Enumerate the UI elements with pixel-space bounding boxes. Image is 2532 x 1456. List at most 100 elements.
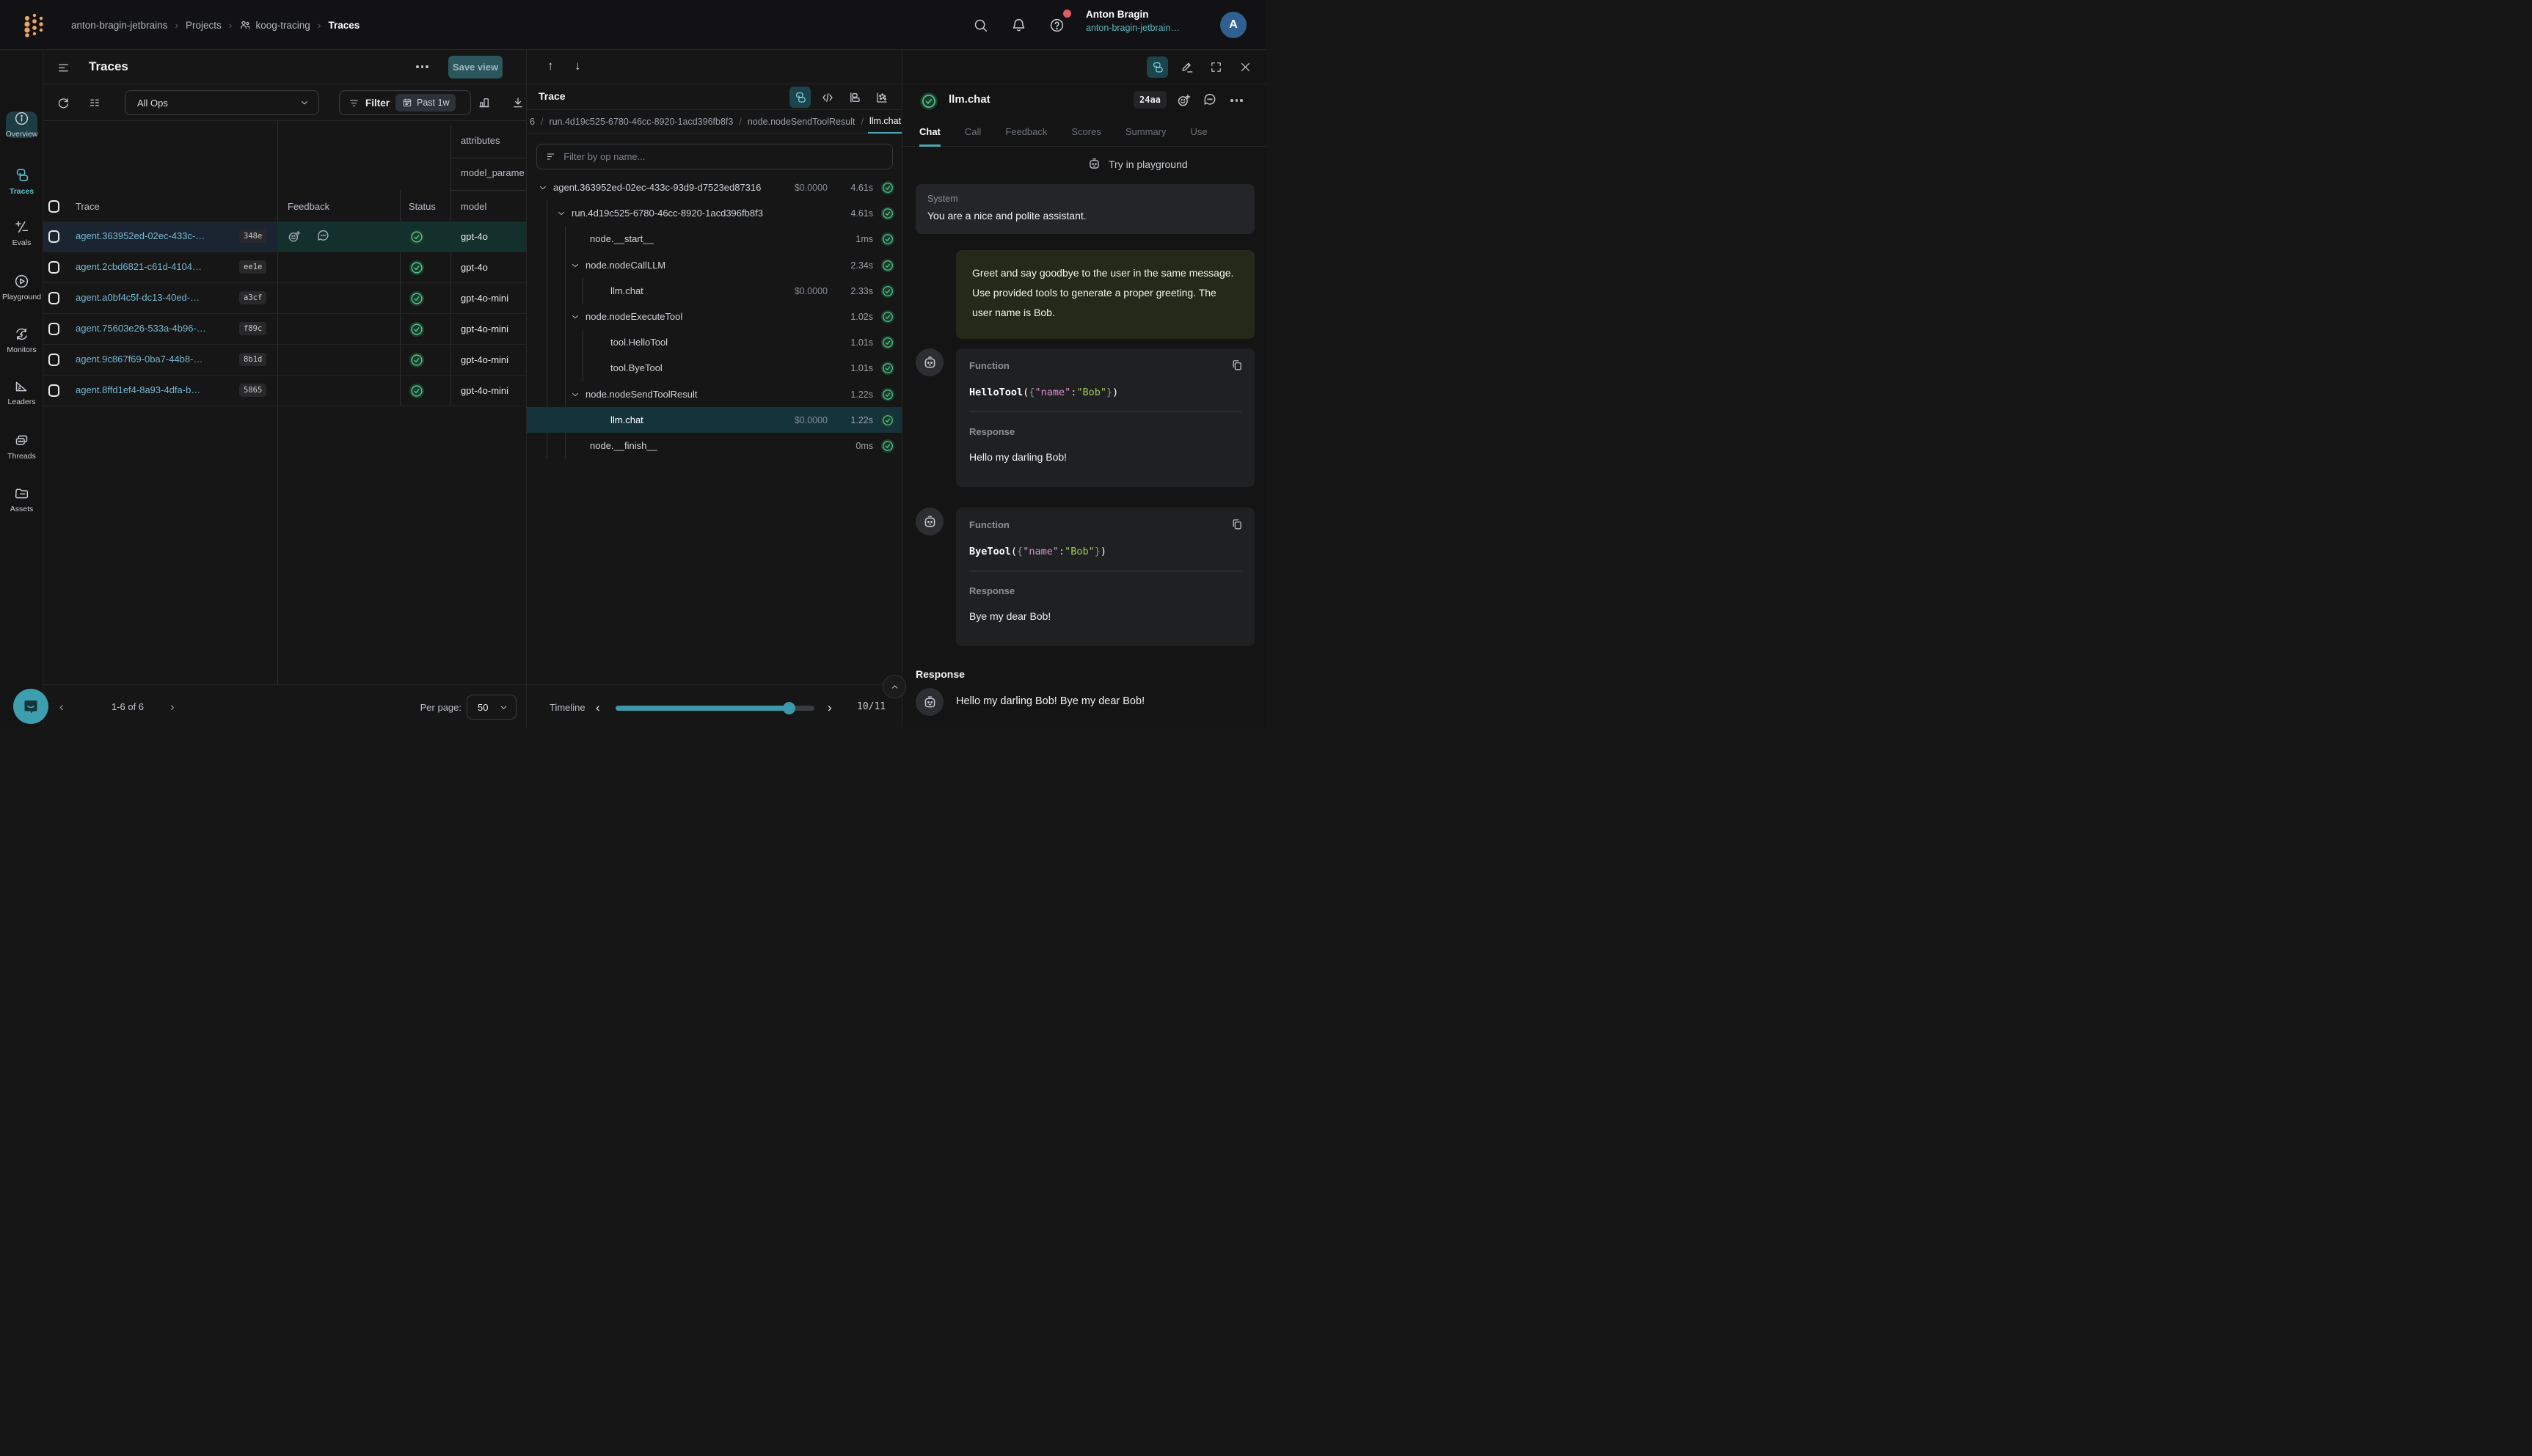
chevron-down-icon[interactable]	[571, 390, 580, 399]
save-view-button[interactable]: Save view	[448, 56, 503, 78]
user-menu[interactable]: Anton Bragin anton-bragin-jetbrain…	[1086, 9, 1211, 33]
span-breadcrumb-item[interactable]: node.nodeSendToolResult	[748, 117, 855, 127]
column-group-model-parameters[interactable]: model_parameters	[461, 167, 524, 178]
fullscreen-button[interactable]	[1205, 56, 1227, 78]
sidebar-item-leaders[interactable]: Leaders	[0, 378, 43, 406]
sidebar-item-evals[interactable]: Evals	[0, 219, 43, 247]
sidebar-item-monitors[interactable]: Monitors	[0, 326, 43, 354]
timeline-next-icon[interactable]: ›	[828, 700, 832, 715]
column-header-model[interactable]: model	[461, 201, 486, 212]
tree-view-toggle[interactable]	[789, 87, 811, 108]
tab-summary[interactable]: Summary	[1125, 117, 1167, 147]
span-breadcrumb-item[interactable]: 6	[530, 117, 535, 127]
next-trace-icon[interactable]: ↓	[574, 59, 581, 73]
breadcrumb-projects[interactable]: Projects	[186, 20, 222, 31]
columns-icon[interactable]	[88, 96, 101, 109]
avatar[interactable]: A	[1220, 12, 1247, 38]
span-row-start[interactable]: node.__start__ 1ms	[527, 226, 902, 252]
time-range-button[interactable]: Past 1w	[395, 94, 456, 111]
chevron-down-icon[interactable]	[539, 183, 547, 192]
timeline-slider[interactable]	[616, 706, 814, 711]
trace-link[interactable]: agent.9c867f69-0ba7-44b8-…	[76, 354, 203, 365]
sidebar-item-playground[interactable]: Playground	[0, 274, 43, 301]
try-in-playground-button[interactable]: Try in playground	[1087, 157, 1188, 171]
download-icon[interactable]	[511, 96, 525, 109]
row-checkbox[interactable]	[48, 354, 59, 366]
span-row-finish[interactable]: node.__finish__ 0ms	[527, 433, 902, 458]
span-row-llmchat-selected[interactable]: llm.chat $0.0000 1.22s	[527, 407, 902, 433]
trace-link[interactable]: agent.a0bf4c5f-dc13-40ed-…	[76, 292, 200, 303]
trace-link[interactable]: agent.2cbd6821-c61d-4104…	[76, 261, 202, 272]
tab-call[interactable]: Call	[965, 117, 981, 147]
chevron-down-icon[interactable]	[571, 312, 580, 321]
column-header-feedback[interactable]: Feedback	[288, 201, 329, 212]
refresh-icon[interactable]	[56, 96, 70, 109]
span-more-button[interactable]	[1230, 99, 1243, 102]
span-row-agent[interactable]: agent.363952ed-02ec-433c-93d9-d7523ed873…	[527, 175, 902, 200]
span-row-executetool[interactable]: node.nodeExecuteTool 1.02s	[527, 304, 902, 329]
row-checkbox[interactable]	[48, 261, 59, 274]
collapse-panel-button[interactable]	[883, 675, 906, 698]
span-row-sendtoolresult[interactable]: node.nodeSendToolResult 1.22s	[527, 381, 902, 407]
more-options-button[interactable]	[416, 65, 428, 68]
chart-view-icon[interactable]	[478, 96, 491, 109]
column-header-trace[interactable]: Trace	[76, 201, 100, 212]
prev-trace-icon[interactable]: ↑	[547, 59, 554, 73]
notifications-bell-icon[interactable]	[1011, 18, 1026, 33]
tab-feedback[interactable]: Feedback	[1005, 117, 1047, 147]
per-page-select[interactable]: 50	[467, 695, 517, 720]
tab-use[interactable]: Use	[1190, 117, 1207, 147]
add-reaction-icon[interactable]	[288, 230, 302, 244]
copy-icon[interactable]	[1230, 518, 1243, 530]
waterfall-view-toggle[interactable]	[844, 87, 865, 108]
detail-tree-toggle[interactable]	[1147, 56, 1168, 78]
table-row[interactable]: agent.8ffd1ef4-8a93-4dfa-b… 5865 gpt-4o-…	[43, 376, 526, 406]
span-breadcrumb-active[interactable]: llm.chat	[869, 116, 901, 128]
tab-chat[interactable]: Chat	[919, 117, 941, 147]
breadcrumb-project[interactable]: koog-tracing	[239, 19, 310, 31]
app-logo-icon[interactable]	[22, 12, 47, 37]
trace-link[interactable]: agent.8ffd1ef4-8a93-4dfa-b…	[76, 384, 200, 395]
span-breadcrumb-item[interactable]: run.4d19c525-6780-46cc-8920-1acd396fb8f3	[549, 117, 733, 127]
timeline-slider-thumb[interactable]	[783, 702, 795, 714]
op-name-filter[interactable]	[536, 144, 893, 169]
comment-icon[interactable]	[316, 230, 330, 244]
prev-page-icon[interactable]: ‹	[59, 700, 64, 714]
support-chat-button[interactable]	[13, 689, 48, 724]
row-checkbox[interactable]	[48, 292, 59, 304]
add-reaction-icon[interactable]	[1177, 93, 1192, 108]
table-row[interactable]: agent.75603e26-533a-4b96-… f89c gpt-4o-m…	[43, 314, 526, 345]
sidebar-item-overview[interactable]: Overview	[0, 111, 43, 139]
table-row[interactable]: agent.363952ed-02ec-433c-… 348e gpt-4o	[43, 222, 526, 252]
table-row[interactable]: agent.a0bf4c5f-dc13-40ed-… a3cf gpt-4o-m…	[43, 283, 526, 314]
help-icon[interactable]	[1049, 18, 1065, 33]
search-icon[interactable]	[973, 18, 988, 33]
trace-link[interactable]: agent.75603e26-533a-4b96-…	[76, 323, 206, 334]
sidebar-item-traces[interactable]: Traces	[0, 167, 43, 196]
tab-scores[interactable]: Scores	[1071, 117, 1101, 147]
table-row[interactable]: agent.2cbd6821-c61d-4104… ee1e gpt-4o	[43, 252, 526, 283]
scatter-view-toggle[interactable]	[871, 87, 892, 108]
breadcrumb-org[interactable]: anton-bragin-jetbrains	[71, 20, 167, 31]
span-row-callllm[interactable]: node.nodeCallLLM 2.34s	[527, 252, 902, 278]
op-name-filter-input[interactable]	[563, 151, 883, 162]
sidebar-item-threads[interactable]: Threads	[0, 433, 43, 461]
select-all-checkbox[interactable]	[48, 200, 59, 213]
sidebar-item-assets[interactable]: Assets	[0, 486, 43, 513]
chevron-down-icon[interactable]	[571, 261, 580, 270]
table-row[interactable]: agent.9c867f69-0ba7-44b8-… 8b1d gpt-4o-m…	[43, 345, 526, 376]
edit-button[interactable]	[1176, 56, 1197, 78]
ops-filter-select[interactable]: All Ops	[125, 90, 319, 115]
timeline-prev-icon[interactable]: ‹	[596, 700, 600, 715]
span-row-run[interactable]: run.4d19c525-6780-46cc-8920-1acd396fb8f3…	[527, 200, 902, 226]
close-panel-button[interactable]	[1235, 56, 1256, 78]
row-checkbox[interactable]	[48, 323, 59, 335]
copy-icon[interactable]	[1230, 359, 1243, 371]
filter-group[interactable]: Filter Past 1w	[339, 90, 471, 115]
span-row-hellotool[interactable]: tool.HelloTool 1.01s	[527, 329, 902, 355]
chevron-down-icon[interactable]	[557, 209, 566, 218]
code-view-toggle[interactable]	[817, 87, 838, 108]
trace-link[interactable]: agent.363952ed-02ec-433c-…	[76, 230, 205, 241]
column-group-attributes[interactable]: attributes	[461, 135, 524, 146]
column-header-status[interactable]: Status	[409, 201, 436, 212]
